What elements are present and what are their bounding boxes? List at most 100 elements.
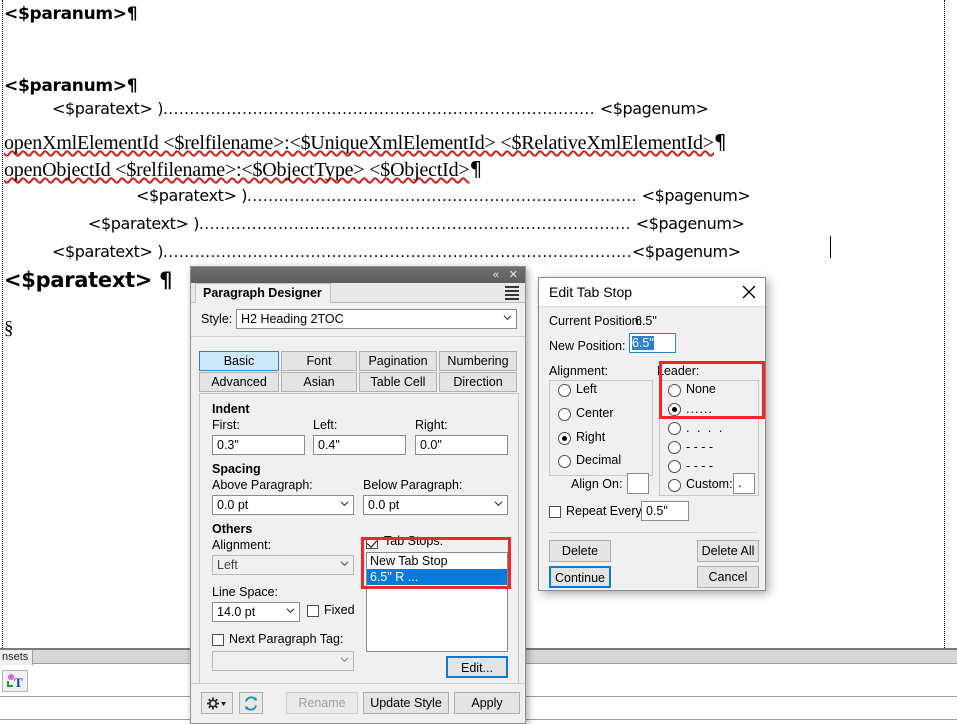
new-position-label: New Position: (549, 339, 626, 353)
indent-right-input[interactable]: 0.0" (415, 435, 508, 455)
tab-font[interactable]: Font (281, 351, 357, 371)
spacing-below-value: 0.0 pt (368, 498, 400, 512)
spacing-below-combo[interactable]: 0.0 pt (363, 495, 508, 515)
line-space-label: Line Space: (212, 585, 279, 599)
list-item[interactable]: 6.5" R ... (367, 569, 507, 585)
style-combo[interactable]: H2 Heading 2TOC (236, 309, 517, 329)
line-space-value: 14.0 pt (217, 605, 256, 619)
edit-tab-stop-dialog[interactable]: Edit Tab Stop Current Position: 6.5" New… (538, 277, 766, 591)
radio-leader-dashes-label: - - - - (686, 440, 714, 454)
indent-heading: Indent (212, 402, 250, 416)
spacing-above-value: 0.0 pt (217, 498, 249, 512)
panel-tab-paragraph-designer[interactable]: Paragraph Designer (195, 283, 331, 303)
doc-text: <$paranum> (4, 4, 127, 24)
style-label: Style: (201, 312, 233, 326)
radio-leader-sparse-dashes[interactable] (668, 460, 681, 473)
doc-line-section-mark: § (4, 318, 14, 340)
alignment-combo[interactable]: Left (212, 555, 354, 575)
indent-first-input[interactable]: 0.3" (212, 435, 305, 455)
radio-leader-custom[interactable] (668, 479, 681, 492)
paragraph-designer-titlebar[interactable]: « ✕ (191, 267, 525, 283)
indent-left-input[interactable]: 0.4" (313, 435, 406, 455)
radio-align-left[interactable] (558, 384, 571, 397)
bottom-panel-tab[interactable]: nsets (0, 650, 34, 665)
tab-pagination[interactable]: Pagination (359, 351, 437, 371)
chevron-down-icon (340, 657, 349, 663)
line-space-combo[interactable]: 14.0 pt (212, 602, 300, 622)
leader-custom-label: Custom: (686, 477, 733, 491)
close-button[interactable] (737, 281, 761, 303)
radio-leader-dots[interactable] (668, 403, 681, 416)
tab-leader-dots: ........................................… (163, 243, 632, 261)
chevron-down-icon (503, 315, 512, 321)
current-position-label: Current Position: (549, 314, 643, 328)
leader-custom-input[interactable]: . (733, 473, 755, 494)
doc-text: <$paranum> (4, 76, 127, 96)
tab-stops-checkbox[interactable] (366, 537, 378, 549)
doc-text: openObjectId <$relfilename>:<$ObjectType… (4, 159, 470, 181)
cancel-button[interactable]: Cancel (697, 566, 759, 588)
repeat-every-checkbox[interactable] (549, 506, 561, 518)
fixed-checkbox[interactable] (307, 605, 319, 617)
spacing-above-combo[interactable]: 0.0 pt (212, 495, 354, 515)
gear-dropdown-button[interactable] (201, 692, 233, 714)
radio-leader-sparse-dashes-label: - - - - (686, 459, 714, 473)
radio-align-decimal[interactable] (558, 455, 571, 468)
edit-tab-stop-titlebar[interactable]: Edit Tab Stop (539, 278, 765, 307)
doc-line-toc-2: <$paratext> )...........................… (136, 186, 751, 205)
insert-text-icon-button[interactable]: T (2, 670, 28, 692)
alignment-label: Alignment: (549, 364, 609, 378)
next-paragraph-tag-combo[interactable] (212, 651, 354, 671)
tab-direction[interactable]: Direction (439, 372, 517, 392)
continue-button[interactable]: Continue (549, 566, 611, 588)
tab-advanced[interactable]: Advanced (199, 372, 279, 392)
tab-basic[interactable]: Basic (199, 351, 279, 371)
spacing-heading: Spacing (212, 462, 261, 476)
tab-stops-listbox[interactable]: New Tab Stop 6.5" R ... (366, 552, 508, 652)
tab-leader-dots: ........................................… (247, 187, 637, 205)
list-item[interactable]: New Tab Stop (367, 553, 507, 569)
radio-leader-sparse-dots[interactable] (668, 422, 681, 435)
radio-leader-none[interactable] (668, 384, 681, 397)
pagenum-variable: <$pagenum> (635, 214, 745, 233)
radio-leader-none-label: None (686, 382, 716, 396)
next-paragraph-tag-checkbox[interactable] (212, 634, 224, 646)
doc-text: <$paratext> ) (88, 214, 200, 233)
radio-align-left-label: Left (576, 382, 597, 396)
doc-text: <$paratext> ) (136, 186, 248, 205)
new-position-value: 6.5" (632, 336, 654, 350)
rename-button[interactable]: Rename (286, 692, 358, 714)
spacing-above-label: Above Paragraph: (212, 478, 313, 492)
tab-table-cell[interactable]: Table Cell (359, 372, 437, 392)
tab-numbering[interactable]: Numbering (439, 351, 517, 371)
tab-asian[interactable]: Asian (281, 372, 357, 392)
delete-button[interactable]: Delete (549, 540, 611, 562)
section-symbol: § (4, 318, 14, 339)
collapse-icon[interactable]: « (493, 267, 499, 283)
fixed-label: Fixed (324, 603, 355, 617)
doc-line-toc-1: <$paratext> )...........................… (52, 99, 709, 118)
doc-line-paranum-1: <$paranum>¶ (4, 4, 138, 24)
radio-leader-sparse-dots-label: . . . . (686, 421, 725, 435)
delete-all-button[interactable]: Delete All (697, 540, 759, 562)
update-style-button[interactable]: Update Style (363, 692, 449, 714)
hamburger-icon[interactable] (505, 286, 519, 300)
doc-text: <$paratext> ) (52, 242, 164, 261)
paragraph-designer-panel[interactable]: « ✕ Paragraph Designer Style: H2 Heading… (190, 266, 526, 724)
pilcrow-mark: ¶ (713, 130, 727, 154)
apply-button[interactable]: Apply (454, 692, 520, 714)
refresh-button[interactable] (239, 692, 263, 714)
chevron-down-icon (286, 608, 295, 614)
repeat-every-input[interactable]: 0.5" (641, 501, 689, 521)
radio-align-right[interactable] (558, 432, 571, 445)
align-on-input[interactable] (627, 473, 649, 494)
close-icon[interactable]: ✕ (509, 267, 518, 283)
alignment-label: Alignment: (212, 538, 272, 552)
radio-align-center[interactable] (558, 408, 571, 421)
doc-line-paratext-large: <$paratext> ¶ (4, 268, 172, 292)
tab-stops-label: Tab Stops: (384, 534, 444, 548)
radio-leader-dashes[interactable] (668, 441, 681, 454)
new-position-input[interactable]: 6.5" (629, 333, 676, 353)
pagenum-variable: <$pagenum> (631, 242, 741, 261)
edit-tab-stop-button[interactable]: Edit... (446, 656, 508, 678)
